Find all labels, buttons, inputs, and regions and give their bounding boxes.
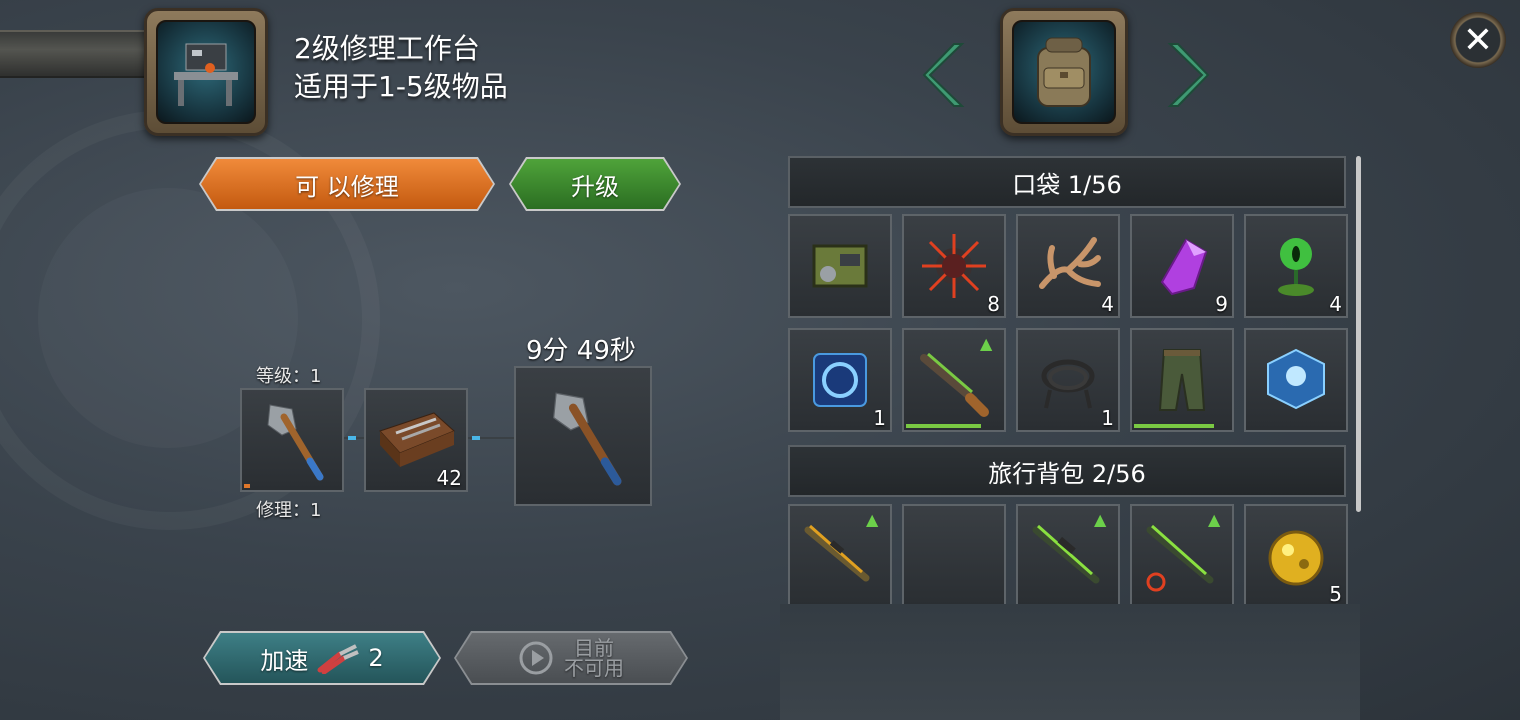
- antler-icon: [1028, 226, 1108, 306]
- item-count: 5: [1329, 582, 1342, 606]
- item-count: 9: [1215, 292, 1228, 316]
- spiky-mine-icon: [914, 226, 994, 306]
- item-count: 8: [987, 292, 1000, 316]
- close-button[interactable]: ✕: [1450, 12, 1506, 68]
- repair-kit-slot[interactable]: 42: [364, 388, 468, 492]
- workbench-title: 2级修理工作台: [294, 32, 480, 65]
- repair-input-durability: [244, 484, 250, 488]
- green-eye-orb-icon: [1256, 226, 1336, 306]
- travel-item-slot[interactable]: 5: [1244, 504, 1348, 608]
- pocket-item-slot[interactable]: 1: [1016, 328, 1120, 432]
- unavailable-line2: 不可用: [564, 656, 624, 680]
- generator-icon: [800, 226, 880, 306]
- next-arrow-icon[interactable]: [1164, 40, 1210, 110]
- pocket-item-slot[interactable]: 8: [902, 214, 1006, 318]
- axe-icon: [267, 404, 324, 481]
- travel-item-slot[interactable]: [902, 504, 1006, 608]
- speed-up-label: 加速: [260, 646, 309, 675]
- upgrade-arrow-icon: ▲: [980, 334, 993, 353]
- pocket-item-slot[interactable]: 4: [1016, 214, 1120, 318]
- item-count: 4: [1329, 292, 1342, 316]
- backpack-icon: [1037, 37, 1091, 107]
- camo-pants-icon: [1142, 340, 1222, 420]
- pipe-decoration: [0, 30, 150, 78]
- upgrade-arrow-icon: ▲: [866, 510, 879, 529]
- pocket-item-slot[interactable]: 1: [788, 328, 892, 432]
- item-count: 1: [1101, 406, 1114, 430]
- repair-button[interactable]: 可 以修理: [201, 159, 493, 209]
- unavailable-line1: 目前: [574, 636, 614, 660]
- travel-item-slot[interactable]: ▲: [788, 504, 892, 608]
- item-count: 4: [1101, 292, 1114, 316]
- workbench-monitor: [144, 8, 268, 136]
- purple-crystal-icon: [1142, 226, 1222, 306]
- pocket-item-slot[interactable]: [1244, 328, 1348, 432]
- repair-output-slot[interactable]: [514, 366, 652, 506]
- repair-timer: 9分 49秒: [526, 336, 636, 366]
- backpack-monitor[interactable]: [1000, 8, 1128, 136]
- speed-up-count: 2: [368, 644, 384, 672]
- repair-count-label: 修理：1: [256, 500, 322, 521]
- gold-ore-icon: [1256, 516, 1336, 596]
- repair-kit-count: 42: [436, 466, 462, 490]
- durability-bar: [906, 424, 981, 428]
- travel-item-slot[interactable]: ▲: [1130, 504, 1234, 608]
- pocket-item-slot[interactable]: ▲: [902, 328, 1006, 432]
- close-icon: ✕: [1462, 19, 1494, 61]
- travel-backpack-header: 旅行背包 2/56: [788, 445, 1346, 497]
- workbench-icon: [174, 43, 238, 106]
- pocket-item-slot[interactable]: 4: [1244, 214, 1348, 318]
- pocket-item-slot[interactable]: [1130, 328, 1234, 432]
- play-icon: [518, 640, 554, 676]
- grid-clip-mask: [780, 604, 1360, 720]
- cable-icon: [1028, 340, 1108, 420]
- upgrade-arrow-icon: ▲: [1094, 510, 1107, 529]
- inventory-scrollbar[interactable]: [1356, 156, 1361, 512]
- pocket-item-slot[interactable]: 9: [1130, 214, 1234, 318]
- durability-bar: [1134, 424, 1214, 428]
- connector-dot: [348, 436, 356, 440]
- blue-disk-icon: [800, 340, 880, 420]
- pocket-header: 口袋 1/56: [788, 156, 1346, 208]
- workbench-subtitle: 适用于1-5级物品: [294, 70, 508, 103]
- item-level-label: 等级：1: [256, 366, 322, 387]
- repair-input-slot[interactable]: [240, 388, 344, 492]
- blue-box-icon: [1256, 340, 1336, 420]
- play-button-disabled: 目前 不可用: [456, 633, 686, 683]
- speed-up-button[interactable]: 加速 2: [205, 633, 439, 683]
- connector-dot: [472, 436, 480, 440]
- upgrade-button[interactable]: 升级: [511, 159, 679, 209]
- prev-arrow-icon[interactable]: [922, 40, 968, 110]
- upgrade-arrow-icon: ▲: [1208, 510, 1221, 529]
- axe-icon: [553, 392, 622, 486]
- item-count: 1: [873, 406, 886, 430]
- travel-item-slot[interactable]: ▲: [1016, 504, 1120, 608]
- pliers-icon: [316, 642, 360, 674]
- pocket-item-slot[interactable]: [788, 214, 892, 318]
- toolbox-icon: [379, 412, 455, 467]
